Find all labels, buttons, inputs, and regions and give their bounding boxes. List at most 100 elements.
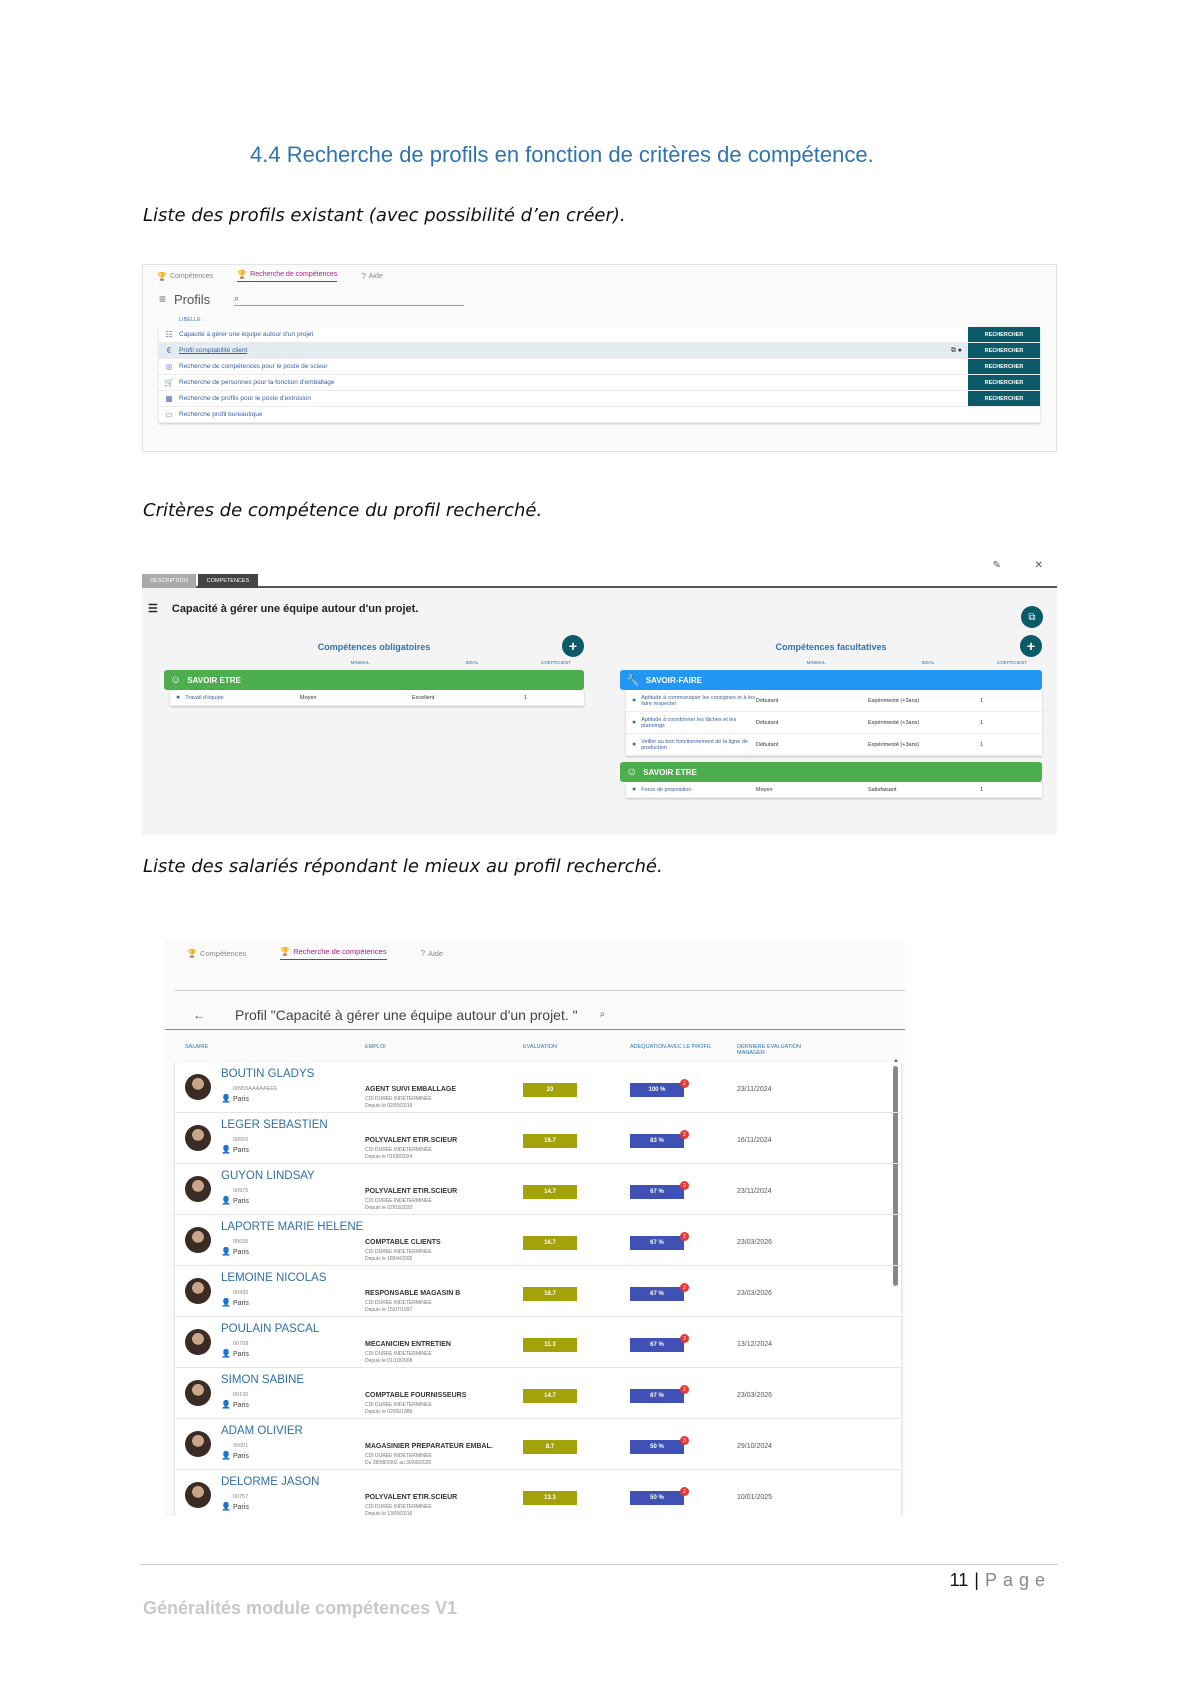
- caption-employees: Liste des salariés répondant le mieux au…: [143, 856, 663, 877]
- search-icon: ⌕: [234, 293, 240, 303]
- skill-row[interactable]: ● Aptitude à communiquer les consignes et…: [626, 690, 1042, 712]
- optional-groups: 🔧 SAVOIR-FAIRE ● Aptitude à communiquer les…: [620, 670, 1042, 798]
- evaluation-badge: 14.7: [523, 1389, 577, 1403]
- profile-row[interactable]: € Profil comptabilité client ⧉ ● RECHERCHER: [159, 343, 1040, 359]
- evaluation-badge: 13.3: [523, 1491, 577, 1505]
- rechercher-button[interactable]: RECHERCHER: [968, 359, 1040, 374]
- profile-row[interactable]: 🛒 Recherche de personnes pour la fonction…: [159, 375, 1040, 391]
- skill-row[interactable]: ● Veiller au bon fonctionnement de la lig…: [626, 734, 1042, 756]
- add-optional-button[interactable]: +: [1020, 635, 1042, 657]
- profile-label[interactable]: Profil comptabilité client: [179, 347, 968, 354]
- copy-button[interactable]: ⧉: [1021, 606, 1043, 628]
- wrench-icon: 🔧: [626, 674, 640, 687]
- rechercher-button[interactable]: RECHERCHER: [968, 327, 1040, 342]
- employee-row[interactable]: SIMON SABINE 00136 👤 Paris COMPTABLE FOURNIS…: [175, 1368, 901, 1419]
- employee-row[interactable]: ADAM OLIVIER 00001 👤 Paris MAGASINIER PREPAR…: [175, 1419, 901, 1470]
- employee-contract: CDI DUREE INDETERMINEE: [365, 1096, 432, 1102]
- employee-row[interactable]: LEGER SEBASTIEN 00555 👤 Paris POLYVALENT ETI…: [175, 1113, 901, 1164]
- skill-minimal: Débutant: [756, 719, 779, 726]
- tab-recherche[interactable]: 🏆 Recherche de compétences: [237, 270, 338, 282]
- profile-row[interactable]: ☷ Capacité à gérer une équipe autour d'un…: [159, 327, 1040, 343]
- section-heading: 4.4 Recherche de profils en fonction de …: [250, 142, 874, 167]
- tab-competences[interactable]: 🏆 Compétences: [157, 272, 213, 281]
- profile-row[interactable]: ▦ Recherche de profils pour le poste d'ex…: [159, 391, 1040, 407]
- avatar: [185, 1227, 211, 1253]
- profile-row[interactable]: ▭ Recherche profil bureautique: [159, 407, 1040, 423]
- employee-name[interactable]: DELORME JASON: [221, 1476, 319, 1488]
- profile-label[interactable]: Recherche profil bureautique: [179, 411, 1040, 418]
- person-icon: 👤: [221, 1094, 231, 1103]
- notification-badge: 2: [680, 1079, 689, 1088]
- employee-row[interactable]: DELORME JASON 00757 👤 Paris POLYVALENT ETIR.…: [175, 1470, 901, 1516]
- skill-group-header[interactable]: 🔧 SAVOIR-FAIRE: [620, 670, 1042, 690]
- tab-competences-detail[interactable]: COMPETENCES: [198, 574, 258, 588]
- skill-icon: ●: [632, 786, 637, 793]
- col-salarie: SALARIE: [185, 1044, 209, 1050]
- add-mandatory-button[interactable]: +: [562, 635, 584, 657]
- employee-name[interactable]: LAPORTE MARIE HELENE: [221, 1221, 363, 1233]
- employee-row[interactable]: GUYON LINDSAY 00975 👤 Paris POLYVALENT ETIR.…: [175, 1164, 901, 1215]
- back-arrow-icon[interactable]: ←: [193, 1008, 205, 1022]
- employee-name[interactable]: BOUTIN GLADYS: [221, 1068, 314, 1080]
- adequation-badge[interactable]: 67 %: [630, 1236, 684, 1250]
- profile-title: Profil "Capacité à gérer une équipe auto…: [235, 1006, 578, 1023]
- skill-group-header[interactable]: ☺ SAVOIR ETRE: [164, 670, 584, 690]
- rechercher-button[interactable]: RECHERCHER: [968, 343, 1040, 358]
- profile-row[interactable]: ◎ Recherche de compétences pour le poste …: [159, 359, 1040, 375]
- profile-label[interactable]: Recherche de profils pour le poste d'ext…: [179, 395, 968, 402]
- evaluation-badge: 20: [523, 1083, 577, 1097]
- last-eval-date: 16/11/2024: [737, 1137, 772, 1144]
- employee-location: 👤 Paris: [221, 1451, 249, 1460]
- employee-id: 00975: [233, 1188, 249, 1194]
- employee-name[interactable]: ADAM OLIVIER: [221, 1425, 303, 1437]
- rechercher-button[interactable]: RECHERCHER: [968, 391, 1040, 406]
- adequation-badge[interactable]: 67 %: [630, 1287, 684, 1301]
- row-actions-icon[interactable]: ⧉ ●: [951, 347, 962, 355]
- skill-row[interactable]: ● Travail d'équipe Moyen Excellent 1: [170, 690, 584, 706]
- employee-row[interactable]: POULAIN PASCAL 00709 👤 Paris MECANICIEN ENTR…: [175, 1317, 901, 1368]
- rechercher-button[interactable]: RECHERCHER: [968, 375, 1040, 390]
- search-icon[interactable]: ⌕: [600, 1009, 606, 1020]
- adequation-badge[interactable]: 100 %: [630, 1083, 684, 1097]
- employee-name[interactable]: LEGER SEBASTIEN: [221, 1119, 328, 1131]
- employee-name[interactable]: SIMON SABINE: [221, 1374, 304, 1386]
- employee-row[interactable]: BOUTIN GLADYS 00955AAAAAEEE 👤 Paris AGENT SU…: [175, 1062, 901, 1113]
- tab-aide[interactable]: ? Aide: [421, 949, 443, 958]
- adequation-badge[interactable]: 83 %: [630, 1134, 684, 1148]
- profile-label[interactable]: Capacité à gérer une équipe autour d'un …: [179, 331, 968, 338]
- criteria-topbar: DESCRIPTION COMPETENCES ✎ ✕: [142, 558, 1057, 588]
- adequation-badge[interactable]: 50 %: [630, 1440, 684, 1454]
- skill-coef: 1: [980, 786, 984, 793]
- tab-aide[interactable]: ? Aide: [361, 272, 382, 281]
- profils-search-input[interactable]: ⌕: [234, 292, 465, 306]
- tab-competences[interactable]: 🏆 Compétences: [187, 949, 246, 958]
- last-eval-date: 23/03/2026: [737, 1392, 773, 1399]
- employee-since: Depuis le 02/09/2019: [365, 1103, 413, 1109]
- notification-badge: 2: [680, 1232, 689, 1241]
- smiley-icon: ☺: [626, 766, 638, 778]
- page-number: 11 | Page: [949, 1570, 1051, 1590]
- adequation-badge[interactable]: 67 %: [630, 1338, 684, 1352]
- profils-header: ≡ Profils ⌕: [143, 287, 1056, 311]
- employee-name[interactable]: GUYON LINDSAY: [221, 1170, 315, 1182]
- employee-name[interactable]: LEMOINE NICOLAS: [221, 1272, 326, 1284]
- adequation-badge[interactable]: 67 %: [630, 1389, 684, 1403]
- skill-row[interactable]: ● Force de proposition Moyen Satisfaisant 1: [626, 782, 1042, 798]
- skill-row[interactable]: ● Aptitude à coordonner les tâches et les…: [626, 712, 1042, 734]
- close-icon[interactable]: ✕: [1035, 560, 1043, 571]
- skill-group-header[interactable]: ☺ SAVOIR ETRE: [620, 762, 1042, 782]
- tab-recherche[interactable]: 🏆 Recherche de compétences: [280, 947, 387, 960]
- employee-row[interactable]: LEMOINE NICOLAS 00435 👤 Paris RESPONSABLE MA…: [175, 1266, 901, 1317]
- adequation-badge[interactable]: 50 %: [630, 1491, 684, 1505]
- edit-icon[interactable]: ✎: [993, 560, 1001, 571]
- employee-name[interactable]: POULAIN PASCAL: [221, 1323, 319, 1335]
- adequation-badge[interactable]: 67 %: [630, 1185, 684, 1199]
- tab-description[interactable]: DESCRIPTION: [142, 574, 196, 588]
- employee-row[interactable]: LAPORTE MARIE HELENE 00635 👤 Paris COMPTABLE…: [175, 1215, 901, 1266]
- skill-name: ● Veiller au bon fonctionnement de la lig…: [632, 738, 748, 751]
- profile-label[interactable]: Recherche de personnes pour la fonction …: [179, 379, 968, 386]
- last-eval-date: 23/03/2026: [737, 1290, 773, 1297]
- profile-label[interactable]: Recherche de compétences pour le poste d…: [179, 363, 968, 370]
- employee-id: 00555: [233, 1137, 249, 1143]
- employee-since: Depuis le 13/09/2016: [365, 1511, 413, 1516]
